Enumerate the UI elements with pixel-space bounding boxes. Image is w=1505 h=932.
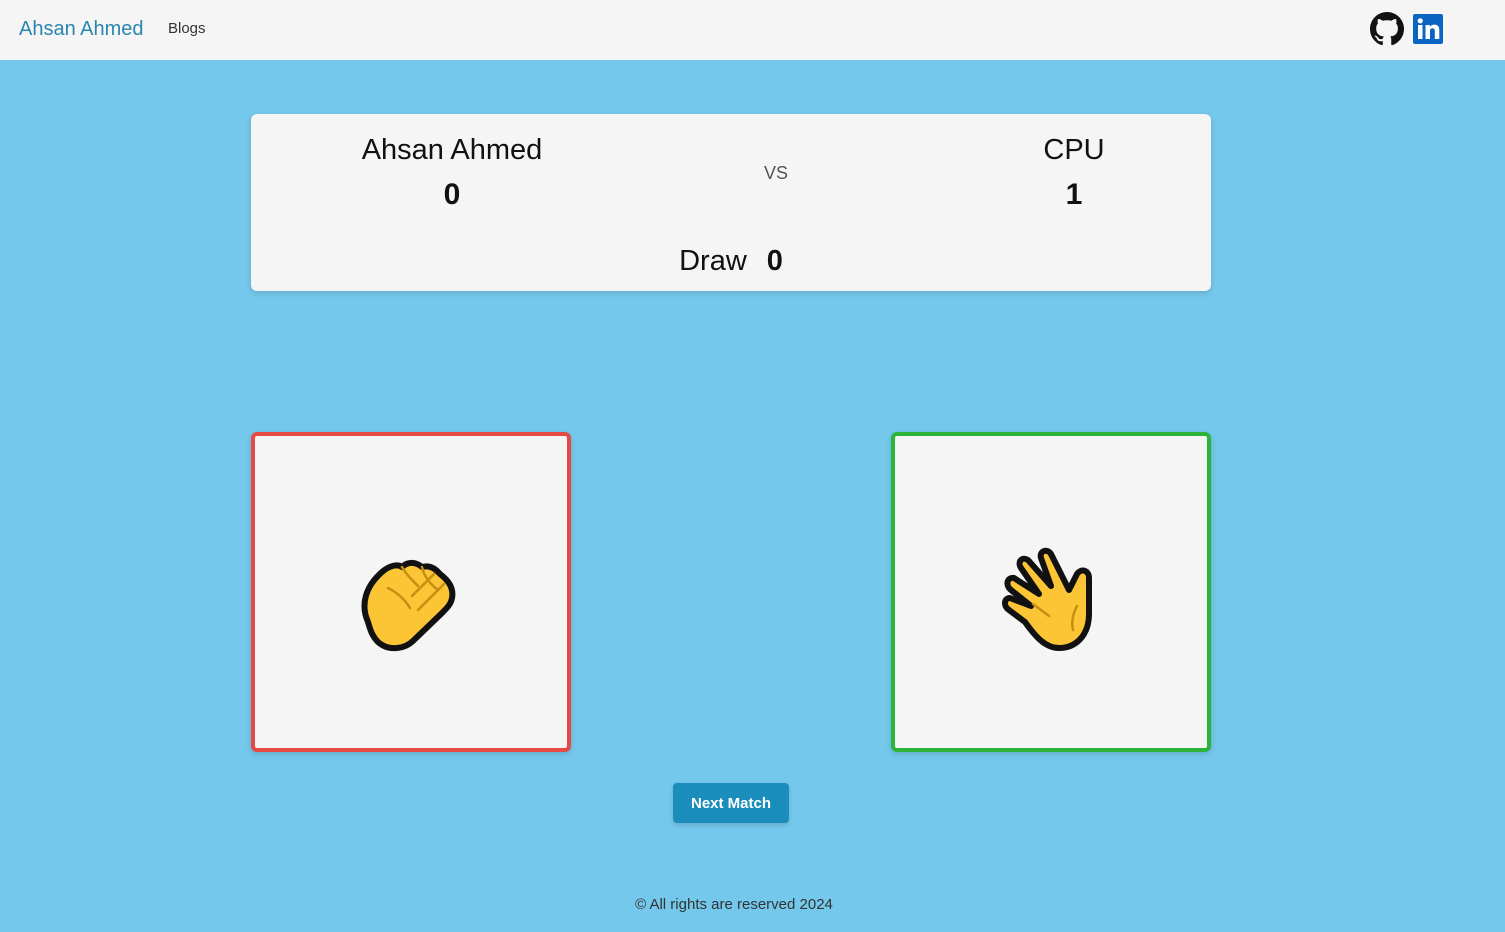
brand-link[interactable]: Ahsan Ahmed — [19, 16, 144, 42]
draw-label: Draw — [679, 245, 747, 277]
cpu-name: CPU — [1043, 134, 1105, 166]
footer-copyright: © All rights are reserved 2024 — [635, 896, 833, 913]
linkedin-icon[interactable] — [1413, 14, 1443, 44]
cpu-score: 1 — [1065, 178, 1083, 211]
scoreboard: Ahsan Ahmed 0 VS CPU 1 Draw 0 — [251, 114, 1211, 291]
player-name: Ahsan Ahmed — [361, 134, 543, 166]
paper-hand-icon — [997, 544, 1107, 659]
draw-count: 0 — [766, 245, 783, 277]
player-score: 0 — [443, 178, 461, 211]
next-match-button[interactable]: Next Match — [673, 783, 789, 823]
github-icon[interactable] — [1370, 12, 1404, 46]
navbar: Ahsan Ahmed Blogs — [0, 0, 1505, 60]
rock-fist-icon — [352, 552, 462, 667]
nav-link-blogs[interactable]: Blogs — [168, 19, 206, 39]
player-choice-box — [251, 432, 571, 752]
vs-label: VS — [763, 163, 788, 183]
draw-row: Draw 0 — [631, 244, 831, 278]
cpu-choice-box — [891, 432, 1211, 752]
